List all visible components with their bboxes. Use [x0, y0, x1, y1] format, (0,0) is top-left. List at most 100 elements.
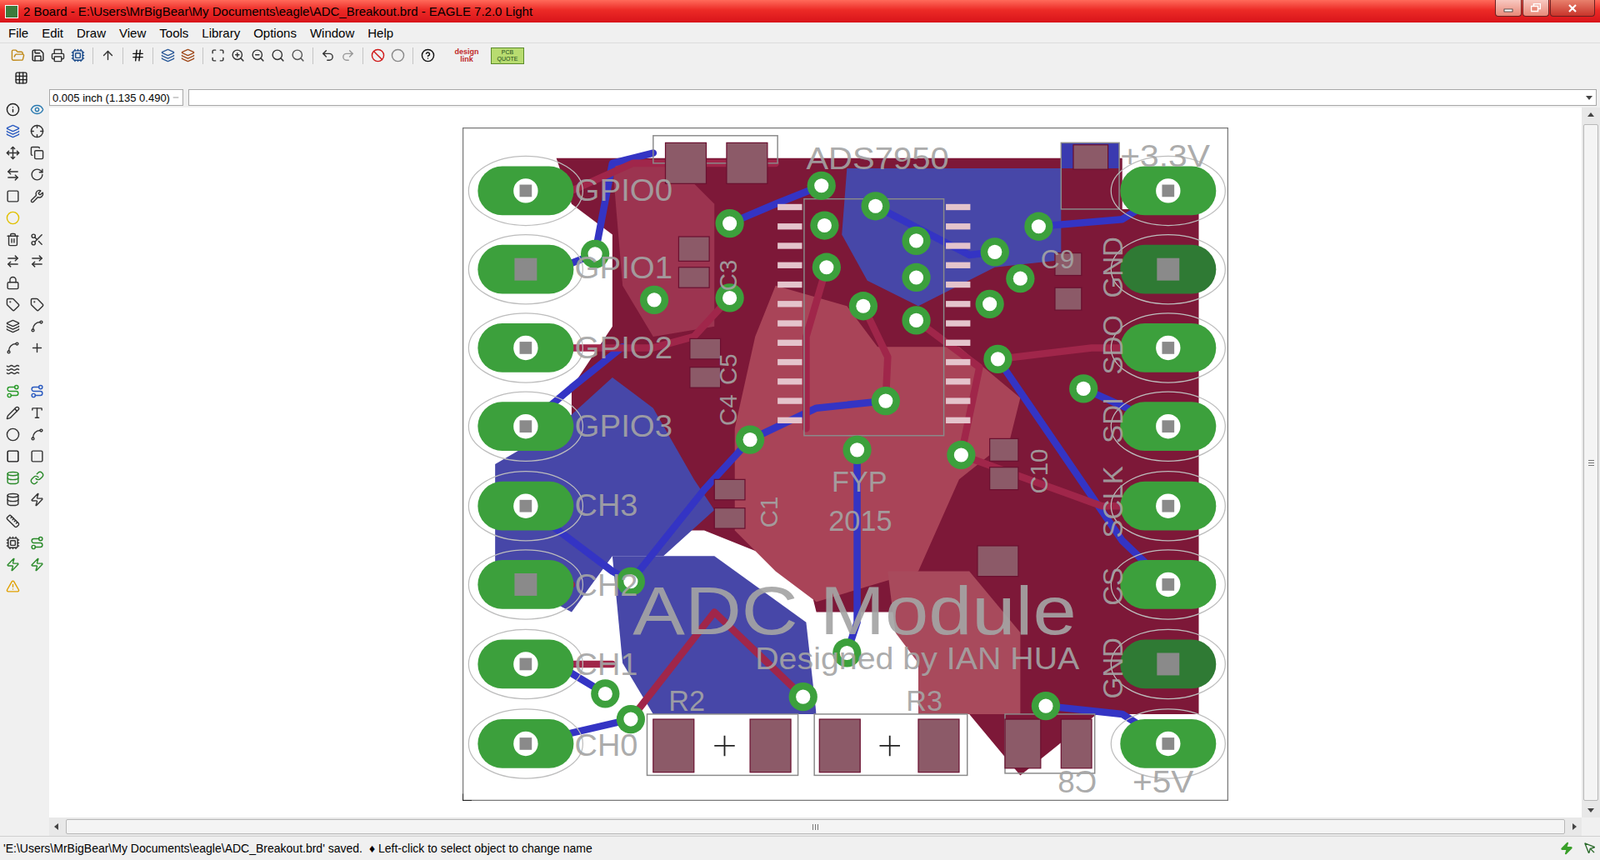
tool-button[interactable] — [25, 445, 48, 467]
tool-button[interactable] — [1, 401, 24, 424]
pcb-board[interactable]: ADS7950+3.3VGPIO0GPIO1GPIO2GPIO3CH3CH2CH… — [462, 127, 1229, 801]
trace[interactable] — [916, 320, 980, 455]
toolbar-button[interactable] — [178, 45, 198, 65]
tool-button[interactable] — [1, 510, 24, 532]
lightning-icon[interactable] — [1560, 841, 1574, 855]
tool-button[interactable] — [1, 206, 24, 229]
tool-button[interactable] — [1, 531, 24, 554]
restore-button[interactable] — [1522, 0, 1550, 17]
grid-button[interactable] — [11, 68, 31, 88]
via[interactable] — [901, 263, 930, 292]
via[interactable] — [1024, 212, 1053, 241]
menu-item[interactable]: Draw — [70, 24, 113, 42]
toolbar-button[interactable] — [368, 45, 388, 65]
smd-pad[interactable] — [653, 719, 695, 773]
tool-button[interactable] — [1, 488, 24, 510]
tool-button[interactable] — [25, 466, 48, 489]
tool-button[interactable] — [25, 98, 48, 120]
via[interactable] — [901, 226, 930, 255]
header-pad[interactable] — [1110, 550, 1225, 620]
via[interactable] — [901, 305, 930, 335]
trace[interactable] — [805, 267, 826, 429]
menu-item[interactable]: Edit — [35, 24, 70, 42]
toolbar-button[interactable] — [338, 45, 358, 65]
header-pad[interactable] — [468, 313, 583, 383]
scroll-left-icon[interactable] — [52, 822, 61, 831]
tool-button[interactable] — [25, 380, 48, 402]
tool-button[interactable] — [25, 120, 48, 142]
header-pad[interactable] — [1110, 313, 1225, 383]
minimize-button[interactable] — [1495, 0, 1522, 17]
scroll-up-icon[interactable] — [1586, 110, 1595, 120]
header-pad[interactable] — [1110, 471, 1225, 541]
tool-button[interactable] — [25, 315, 48, 337]
smd-pad[interactable] — [678, 236, 710, 261]
toolbar-button[interactable] — [8, 45, 28, 65]
menu-item[interactable]: View — [112, 24, 153, 42]
tool-button[interactable] — [1, 293, 24, 315]
trace[interactable] — [863, 305, 888, 401]
header-pad[interactable] — [468, 235, 583, 305]
tool-button[interactable] — [25, 488, 48, 510]
header-pad[interactable] — [468, 155, 583, 225]
toolbar-button[interactable] — [158, 45, 178, 65]
cursor-icon[interactable] — [1583, 841, 1597, 855]
menu-item[interactable]: Help — [360, 24, 400, 42]
via[interactable] — [1069, 374, 1098, 403]
tool-button[interactable] — [25, 163, 48, 185]
smd-pad[interactable] — [750, 719, 791, 773]
header-pad[interactable] — [468, 391, 583, 461]
toolbar-button[interactable] — [68, 45, 88, 65]
tool-button[interactable] — [25, 401, 48, 424]
tool-button[interactable] — [25, 336, 48, 359]
header-pad[interactable] — [1110, 629, 1225, 699]
tool-button[interactable] — [1, 553, 24, 575]
toolbar-button[interactable] — [98, 45, 118, 65]
smd-pad[interactable] — [678, 267, 710, 288]
vertical-scrollbar[interactable] — [1581, 107, 1600, 818]
tool-button[interactable] — [25, 228, 48, 250]
trace[interactable] — [875, 205, 995, 255]
vertical-scroll-thumb[interactable] — [1583, 124, 1599, 801]
via[interactable] — [1031, 691, 1060, 720]
trace[interactable] — [997, 359, 1168, 585]
menu-item[interactable]: Window — [303, 24, 361, 42]
tool-button[interactable] — [1, 271, 24, 294]
tool-button[interactable] — [1, 315, 24, 337]
via[interactable] — [590, 679, 620, 708]
menu-item[interactable]: Library — [195, 24, 247, 42]
horizontal-scrollbar[interactable] — [49, 817, 1582, 836]
toolbar-button[interactable] — [128, 45, 148, 65]
toolbar-button[interactable] — [228, 45, 248, 65]
tool-button[interactable] — [25, 141, 48, 164]
tool-button[interactable] — [25, 293, 48, 315]
tool-button[interactable] — [1, 445, 24, 467]
via[interactable] — [735, 425, 765, 454]
dropdown-arrow-icon[interactable] — [1585, 93, 1594, 102]
coordinate-display[interactable]: 0.005 inch (1.135 0.490) — [49, 89, 184, 106]
pcb-quote-logo[interactable]: PCB QUOTE — [490, 47, 525, 65]
trace[interactable] — [730, 185, 822, 224]
tool-button[interactable] — [1, 120, 24, 142]
tool-button[interactable] — [1, 250, 24, 272]
toolbar-button[interactable] — [418, 45, 438, 65]
toolbar-button[interactable] — [248, 45, 268, 65]
via[interactable] — [812, 253, 841, 282]
smd-pad[interactable] — [990, 438, 1019, 461]
tool-button[interactable] — [1, 466, 24, 489]
smd-pad[interactable] — [1060, 719, 1092, 769]
header-pad[interactable] — [468, 709, 583, 779]
smd-pad[interactable] — [1005, 719, 1041, 769]
close-button[interactable] — [1550, 0, 1595, 17]
tool-button[interactable] — [1, 358, 24, 380]
toolbar-button[interactable] — [288, 45, 308, 65]
via[interactable] — [871, 386, 900, 415]
via[interactable] — [715, 209, 744, 238]
via[interactable] — [975, 290, 1005, 319]
scroll-right-icon[interactable] — [1570, 822, 1579, 831]
tool-button[interactable] — [25, 553, 48, 575]
horizontal-scroll-thumb[interactable] — [65, 819, 1565, 835]
via[interactable] — [860, 191, 890, 220]
toolbar-button[interactable] — [318, 45, 338, 65]
tool-button[interactable] — [25, 423, 48, 445]
